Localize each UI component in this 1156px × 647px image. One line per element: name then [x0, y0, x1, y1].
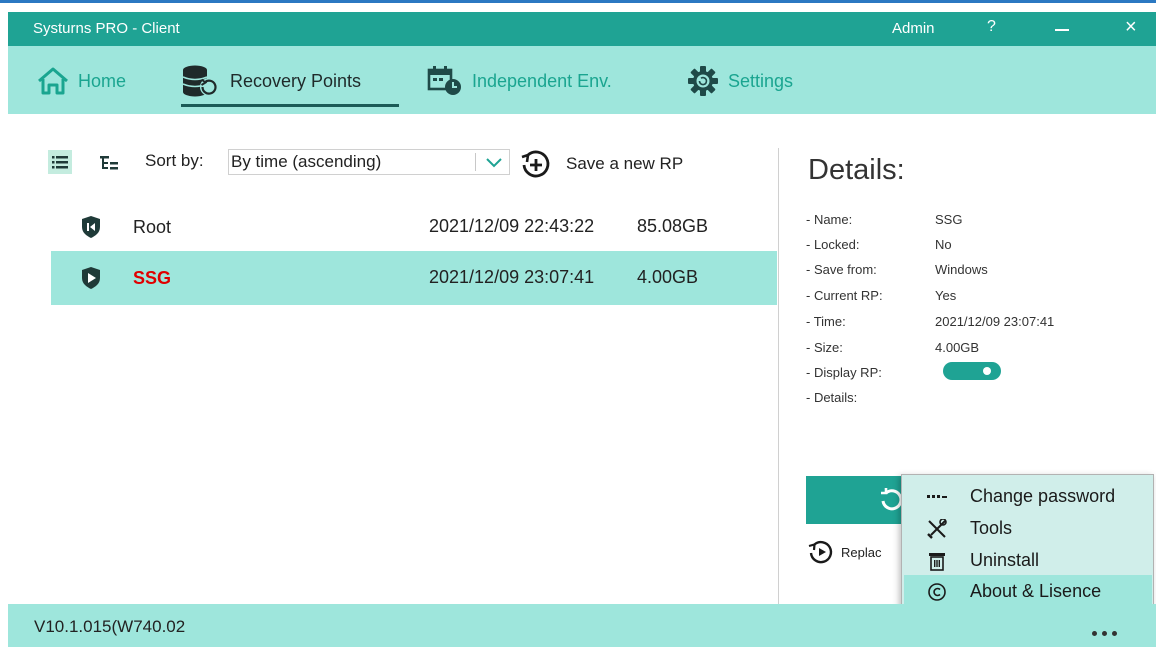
tab-settings-label: Settings — [728, 70, 794, 91]
tree-view-button[interactable] — [98, 153, 122, 178]
tab-home[interactable]: Home — [36, 64, 126, 98]
chevron-down-icon — [486, 158, 502, 168]
rp-time: 2021/12/09 23:07:41 — [429, 267, 595, 287]
menu-item-label: Tools — [970, 518, 1013, 538]
rp-name: SSG — [133, 268, 172, 288]
tools-icon — [927, 519, 947, 539]
display-rp-toggle[interactable] — [943, 362, 1001, 380]
menu-item-label: Change password — [970, 486, 1116, 506]
minimize-button[interactable] — [1055, 29, 1069, 31]
more-menu: Change password Tools Uninstall About & … — [901, 474, 1154, 609]
app-title: Systurns PRO - Client — [33, 20, 180, 37]
detail-key: - Time: — [806, 314, 846, 329]
title-bar: Systurns PRO - Client Admin ? × — [8, 12, 1156, 46]
database-restore-icon — [182, 65, 218, 97]
calendar-clock-icon — [427, 66, 461, 95]
replace-label: Replac — [841, 544, 882, 560]
more-dot-icon — [1102, 631, 1107, 636]
detail-key: - Details: — [806, 390, 858, 405]
detail-value: No — [935, 237, 952, 252]
gear-icon — [688, 66, 718, 96]
tab-independent-env[interactable]: Independent Env. — [426, 64, 612, 98]
detail-value: Windows — [935, 262, 988, 277]
detail-key: - Size: — [806, 340, 843, 355]
trash-icon — [929, 553, 945, 571]
version-label: V10.1.015(W740.02 — [34, 617, 186, 636]
rp-time: 2021/12/09 22:43:22 — [429, 216, 595, 236]
list-item[interactable]: Root 2021/12/09 22:43:22 85.08GB — [51, 200, 777, 254]
tab-settings[interactable]: Settings — [686, 64, 793, 98]
main-nav: Home Recovery Points Independent Env. Se… — [8, 46, 1156, 114]
rp-name: Root — [133, 217, 172, 237]
detail-key: - Save from: — [806, 262, 877, 277]
replace-button[interactable]: Replac — [806, 539, 881, 565]
add-restore-point-icon — [521, 150, 550, 178]
rp-size: 4.00GB — [637, 267, 699, 287]
menu-item-tools[interactable]: Tools — [904, 512, 1152, 544]
detail-value: 2021/12/09 23:07:41 — [935, 314, 1055, 329]
tab-independent-env-label: Independent Env. — [472, 70, 612, 91]
detail-value: SSG — [935, 212, 963, 227]
sort-dropdown-divider — [475, 153, 476, 171]
more-options-button[interactable] — [1092, 623, 1122, 641]
menu-item-label: About & Lisence — [970, 581, 1102, 601]
active-tab-indicator — [181, 104, 399, 107]
status-bar: V10.1.015(W740.02 — [8, 604, 1156, 647]
shield-rewind-icon — [82, 216, 100, 238]
tab-home-label: Home — [78, 70, 127, 91]
more-dot-icon — [1112, 631, 1117, 636]
more-dot-icon — [1092, 631, 1097, 636]
tab-recovery-points[interactable]: Recovery Points — [180, 64, 361, 98]
panel-divider — [778, 148, 779, 604]
home-icon — [38, 67, 68, 95]
close-button[interactable]: × — [1125, 16, 1137, 39]
copyright-icon — [928, 583, 946, 601]
detail-key: - Locked: — [806, 237, 860, 252]
save-new-rp-button[interactable]: Save a new RP — [518, 148, 683, 180]
list-item[interactable]: SSG 2021/12/09 23:07:41 4.00GB — [51, 251, 777, 305]
details-title: Details: — [808, 154, 905, 186]
password-dots-icon — [927, 495, 947, 498]
menu-item-change-password[interactable]: Change password — [904, 480, 1152, 512]
detail-value: 4.00GB — [935, 340, 980, 355]
detail-key: - Name: — [806, 212, 853, 227]
list-view-button[interactable] — [48, 150, 72, 174]
menu-item-uninstall[interactable]: Uninstall — [904, 544, 1152, 576]
replace-restore-icon — [808, 540, 833, 564]
top-accent-line — [0, 0, 1156, 3]
shield-play-icon — [82, 267, 100, 289]
rp-size: 85.08GB — [637, 216, 709, 236]
sort-by-label: Sort by: — [145, 151, 204, 170]
detail-key: - Current RP: — [806, 288, 883, 303]
menu-item-label: Uninstall — [970, 550, 1040, 570]
list-view-icon — [52, 156, 68, 169]
toggle-knob — [983, 367, 991, 375]
admin-button[interactable]: Admin — [892, 20, 935, 37]
detail-value: Yes — [935, 288, 957, 303]
detail-key: - Display RP: — [806, 365, 882, 380]
menu-item-about[interactable]: About & Lisence — [904, 575, 1152, 607]
sort-dropdown[interactable]: By time (ascending) — [228, 149, 510, 175]
save-new-rp-label: Save a new RP — [566, 154, 684, 173]
help-button[interactable]: ? — [987, 18, 996, 36]
tree-view-icon — [100, 156, 118, 170]
sort-dropdown-value: By time (ascending) — [231, 152, 382, 171]
tab-recovery-points-label: Recovery Points — [230, 70, 362, 91]
